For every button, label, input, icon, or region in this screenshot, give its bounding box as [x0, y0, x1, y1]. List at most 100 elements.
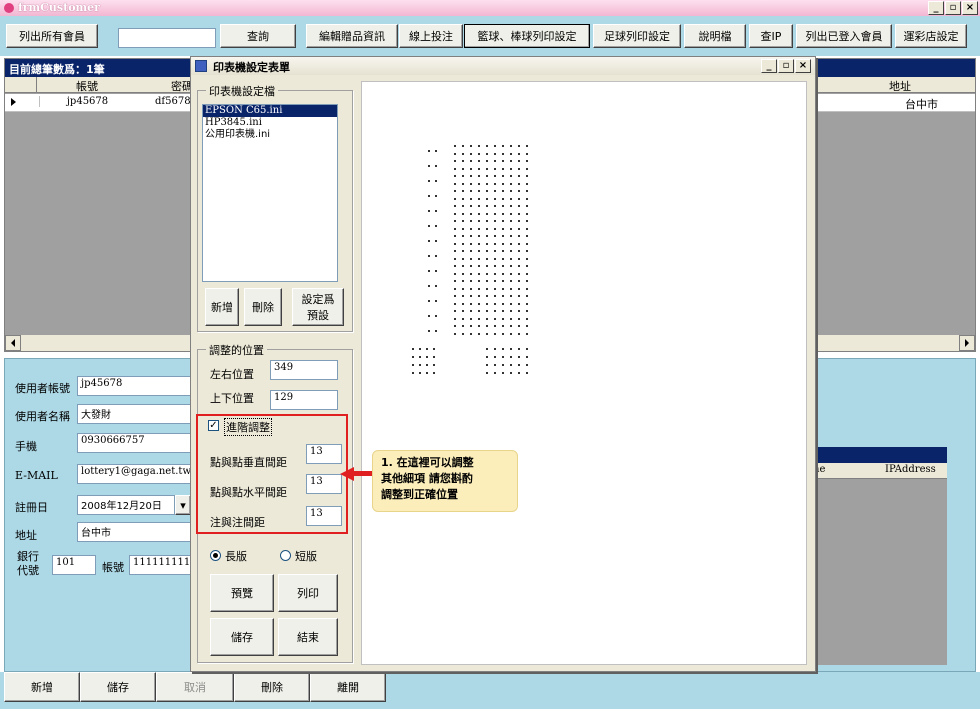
ip-list-header: ne IPAddress — [811, 463, 947, 479]
preview-dot — [510, 235, 512, 237]
preview-dot — [494, 265, 496, 267]
phone-field[interactable]: 0930666757 — [77, 433, 197, 453]
short-label: 短版 — [295, 550, 317, 563]
regdate-picker[interactable]: 2008年12月20日 — [77, 495, 175, 515]
preview-dot — [478, 183, 480, 185]
print-button[interactable]: 列印 — [278, 574, 338, 612]
preview-dot — [494, 190, 496, 192]
ip-col-ipaddress[interactable]: IPAddress — [885, 464, 936, 475]
bank-account-label: 帳號 — [102, 561, 124, 574]
scroll-left-icon[interactable] — [5, 335, 21, 351]
cell-password[interactable]: df5678 — [155, 96, 191, 107]
exit-button[interactable]: 離開 — [310, 672, 386, 702]
printer-listbox[interactable]: EPSON C65.ini HP3845.ini 公用印表機.ini — [202, 104, 338, 282]
printer-set-default-button[interactable]: 設定爲 預設 — [292, 288, 344, 326]
query-button[interactable]: 查詢 — [220, 24, 296, 48]
preview-dot — [486, 153, 488, 155]
dialog-maximize-icon[interactable]: ▫ — [778, 59, 794, 73]
preview-dot — [462, 235, 464, 237]
preview-dot — [462, 205, 464, 207]
long-radio[interactable] — [210, 550, 221, 561]
cell-address[interactable]: 台中市 — [905, 96, 938, 112]
list-item[interactable]: 公用印表機.ini — [203, 129, 337, 141]
preview-dot — [428, 270, 430, 272]
end-button[interactable]: 結束 — [278, 618, 338, 656]
preview-dot — [526, 364, 528, 366]
preview-dot — [454, 175, 456, 177]
preview-dot — [478, 325, 480, 327]
printer-delete-button[interactable]: 刪除 — [244, 288, 282, 326]
preview-dot — [518, 280, 520, 282]
check-ip-button[interactable]: 查IP — [749, 24, 793, 48]
dialog-minimize-icon[interactable]: _ — [761, 59, 777, 73]
scroll-right-icon[interactable] — [959, 335, 975, 351]
preview-dot — [454, 325, 456, 327]
preview-dot — [518, 356, 520, 358]
list-item[interactable]: HP3845.ini — [203, 117, 337, 129]
preview-dot — [510, 325, 512, 327]
preview-dot — [510, 220, 512, 222]
save-button[interactable]: 儲存 — [80, 672, 156, 702]
main-window-title: frmCustomer — [18, 1, 100, 14]
printer-add-button[interactable]: 新增 — [205, 288, 239, 326]
address-field[interactable]: 台中市 — [77, 522, 197, 542]
preview-dot — [486, 295, 488, 297]
cell-account[interactable]: jp45678 — [39, 96, 135, 107]
name-field[interactable]: 大發財 — [77, 404, 197, 424]
list-logged-in-button[interactable]: 列出已登入會員 — [796, 24, 892, 48]
online-bet-button[interactable]: 線上投注 — [399, 24, 463, 48]
row-selector-header — [5, 77, 37, 93]
add-button[interactable]: 新增 — [4, 672, 80, 702]
edit-gift-button[interactable]: 編輯贈品資訊 — [306, 24, 398, 48]
preview-dot — [486, 190, 488, 192]
preview-dot — [478, 160, 480, 162]
column-header-password[interactable]: 密碼 — [137, 78, 193, 94]
soccer-print-settings-button[interactable]: 足球列印設定 — [593, 24, 681, 48]
lr-position-field[interactable]: 349 — [270, 360, 338, 380]
close-icon[interactable]: × — [962, 1, 978, 15]
preview-dot — [494, 205, 496, 207]
preview-dot — [454, 198, 456, 200]
preview-dot — [462, 280, 464, 282]
short-radio[interactable] — [280, 550, 291, 561]
basketball-print-settings-button[interactable]: 籃球、棒球列印設定 — [464, 24, 590, 48]
delete-button[interactable]: 刪除 — [234, 672, 310, 702]
account-field[interactable]: jp45678 — [77, 376, 197, 396]
help-button[interactable]: 說明檔 — [684, 24, 746, 48]
restore-icon[interactable]: ▫ — [945, 1, 961, 15]
preview-dot — [518, 295, 520, 297]
cancel-button[interactable]: 取消 — [156, 672, 234, 702]
preview-dot — [435, 180, 437, 182]
dialog-close-icon[interactable]: × — [795, 59, 811, 73]
search-input[interactable] — [118, 28, 216, 48]
preview-dot — [494, 220, 496, 222]
preview-dot — [412, 372, 414, 374]
preview-dot — [470, 183, 472, 185]
bank-code-field[interactable]: 101 — [52, 555, 96, 575]
preview-dot — [510, 318, 512, 320]
preview-dot — [454, 190, 456, 192]
preview-dot — [502, 364, 504, 366]
ud-position-field[interactable]: 129 — [270, 390, 338, 410]
column-header-account[interactable]: 帳號 — [39, 78, 135, 94]
preview-dot — [494, 348, 496, 350]
regdate-dropdown-icon[interactable]: ▾ — [175, 495, 191, 515]
preview-dot — [518, 145, 520, 147]
preview-button[interactable]: 預覽 — [210, 574, 274, 612]
lottery-store-settings-button[interactable]: 運彩店設定 — [895, 24, 967, 48]
list-all-members-button[interactable]: 列出所有會員 — [6, 24, 98, 48]
preview-dot — [454, 333, 456, 335]
preview-dot — [478, 145, 480, 147]
preview-dot — [454, 243, 456, 245]
dialog-save-button[interactable]: 儲存 — [210, 618, 274, 656]
column-header-address[interactable]: 地址 — [825, 78, 975, 94]
list-item[interactable]: EPSON C65.ini — [203, 105, 337, 117]
bank-account-field[interactable]: 1111111111 — [129, 555, 197, 575]
preview-dot — [435, 165, 437, 167]
preview-dot — [502, 160, 504, 162]
preview-dot — [470, 280, 472, 282]
preview-dot — [502, 250, 504, 252]
preview-dot — [486, 250, 488, 252]
email-field[interactable]: lottery1@gaga.net.tw — [77, 464, 197, 484]
minimize-icon[interactable]: _ — [928, 1, 944, 15]
